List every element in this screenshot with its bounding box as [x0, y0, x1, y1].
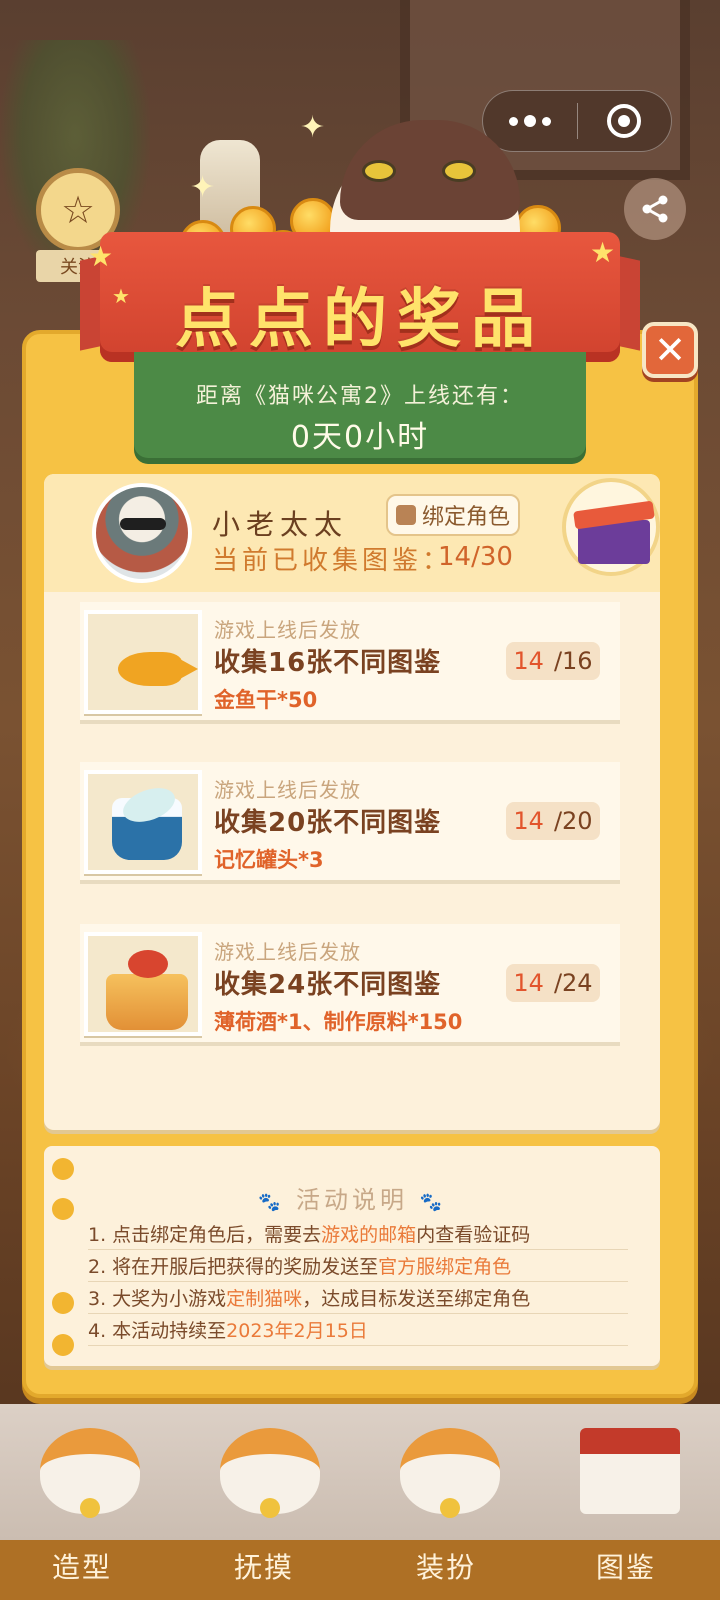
note-line: 3. 大奖为小游戏定制猫咪，达成目标发送至绑定角色	[88, 1284, 628, 1314]
paw-icon: 🐾	[257, 1192, 285, 1213]
note-highlight: 2023年2月15日	[226, 1320, 368, 1342]
reward-image	[84, 610, 202, 714]
cake-bow	[128, 950, 168, 978]
username: 小老太太	[212, 508, 349, 541]
note-line: 1. 点击绑定角色后，需要去游戏的邮箱内查看验证码	[88, 1220, 628, 1250]
binder-ring	[52, 1158, 74, 1180]
nav-cat-styling[interactable]	[30, 1410, 150, 1522]
note-text: 3. 大奖为小游戏	[88, 1288, 227, 1310]
nav-item-pet[interactable]: 抚摸	[204, 1546, 324, 1586]
reward-image	[84, 770, 202, 874]
sparkle-icon: ✦	[190, 170, 216, 205]
note-text: 内查看验证码	[416, 1224, 531, 1246]
reward-items: 金鱼干*50	[214, 688, 318, 712]
progress-total: /20	[553, 807, 593, 835]
notes-title: 🐾 活动说明 🐾	[44, 1180, 660, 1215]
countdown-label: 距离《猫咪公寓2》上线还有：	[196, 384, 524, 409]
reward-note: 游戏上线后发放	[214, 778, 361, 802]
bind-role-icon	[395, 505, 416, 525]
countdown-value: 0天0小时	[290, 420, 430, 455]
notes-title-text: 活动说明	[296, 1186, 408, 1214]
avatar-glasses	[120, 518, 166, 530]
collect-value: 14/30	[438, 542, 513, 572]
share-icon	[642, 195, 668, 223]
note-text: 1. 点击绑定角色后，需要去	[88, 1224, 322, 1246]
nav-item-dressup[interactable]: 装扮	[386, 1546, 506, 1586]
share-button[interactable]	[624, 178, 686, 240]
reward-row: 游戏上线后发放 收集20张不同图鉴 记忆罐头*3 14 /20	[80, 762, 620, 880]
reward-title: 收集20张不同图鉴	[214, 808, 442, 838]
paw-icon: 🐾	[419, 1192, 447, 1213]
binder-ring	[52, 1292, 74, 1314]
reward-progress: 14 /16	[506, 642, 600, 680]
nav-cat-dressup[interactable]	[390, 1410, 510, 1522]
nav-item-styling[interactable]: 造型	[22, 1546, 142, 1586]
reward-image	[84, 932, 202, 1036]
golden-fish-icon	[118, 652, 198, 686]
bind-role-label: 绑定角色	[421, 505, 510, 530]
bind-role-button[interactable]: 绑定角色	[386, 494, 520, 536]
collect-label: 当前已收集图鉴：	[212, 546, 453, 576]
reward-note: 游戏上线后发放	[214, 618, 361, 642]
gift-cake-icon	[106, 974, 188, 1030]
note-line: 2. 将在开服后把获得的奖励发送至官方服绑定角色	[88, 1252, 628, 1282]
reward-note: 游戏上线后发放	[214, 940, 361, 964]
reward-progress: 14 /24	[506, 964, 600, 1002]
progress-current: 14	[513, 969, 544, 997]
progress-total: /24	[553, 969, 593, 997]
note-text: 4. 本活动持续至	[88, 1320, 227, 1342]
nav-cat-pet[interactable]	[210, 1410, 330, 1522]
sparkle-icon: ✦	[300, 110, 326, 145]
reward-title: 收集16张不同图鉴	[214, 648, 442, 678]
target-circle-icon[interactable]	[578, 91, 671, 151]
nav-cat-album[interactable]	[570, 1410, 690, 1522]
progress-current: 14	[513, 807, 544, 835]
note-line: 4. 本活动持续至2023年2月15日	[88, 1316, 628, 1346]
star-icon: ★	[590, 236, 616, 269]
note-highlight: 游戏的邮箱	[321, 1224, 417, 1246]
note-highlight: 官方服绑定角色	[378, 1256, 512, 1278]
reward-progress: 14 /20	[506, 802, 600, 840]
note-highlight: 定制猫咪	[226, 1288, 303, 1310]
note-text: ，达成目标发送至绑定角色	[302, 1288, 531, 1310]
progress-total: /16	[553, 647, 593, 675]
progress-current: 14	[513, 647, 544, 675]
close-button[interactable]: ✕	[642, 322, 698, 378]
page-title: 点点的奖品	[175, 283, 545, 357]
reward-row: 游戏上线后发放 收集16张不同图鉴 金鱼干*50 14 /16	[80, 602, 620, 720]
reward-items: 记忆罐头*3	[214, 848, 324, 872]
reward-title: 收集24张不同图鉴	[214, 970, 442, 1000]
reward-items: 薄荷酒*1、制作原料*150	[214, 1010, 463, 1034]
note-text: 2. 将在开服后把获得的奖励发送至	[88, 1256, 379, 1278]
reward-row: 游戏上线后发放 收集24张不同图鉴 薄荷酒*1、制作原料*150 14 /24	[80, 924, 620, 1042]
binder-ring	[52, 1334, 74, 1356]
avatar	[92, 483, 192, 583]
nav-item-album[interactable]: 图鉴	[566, 1546, 686, 1586]
